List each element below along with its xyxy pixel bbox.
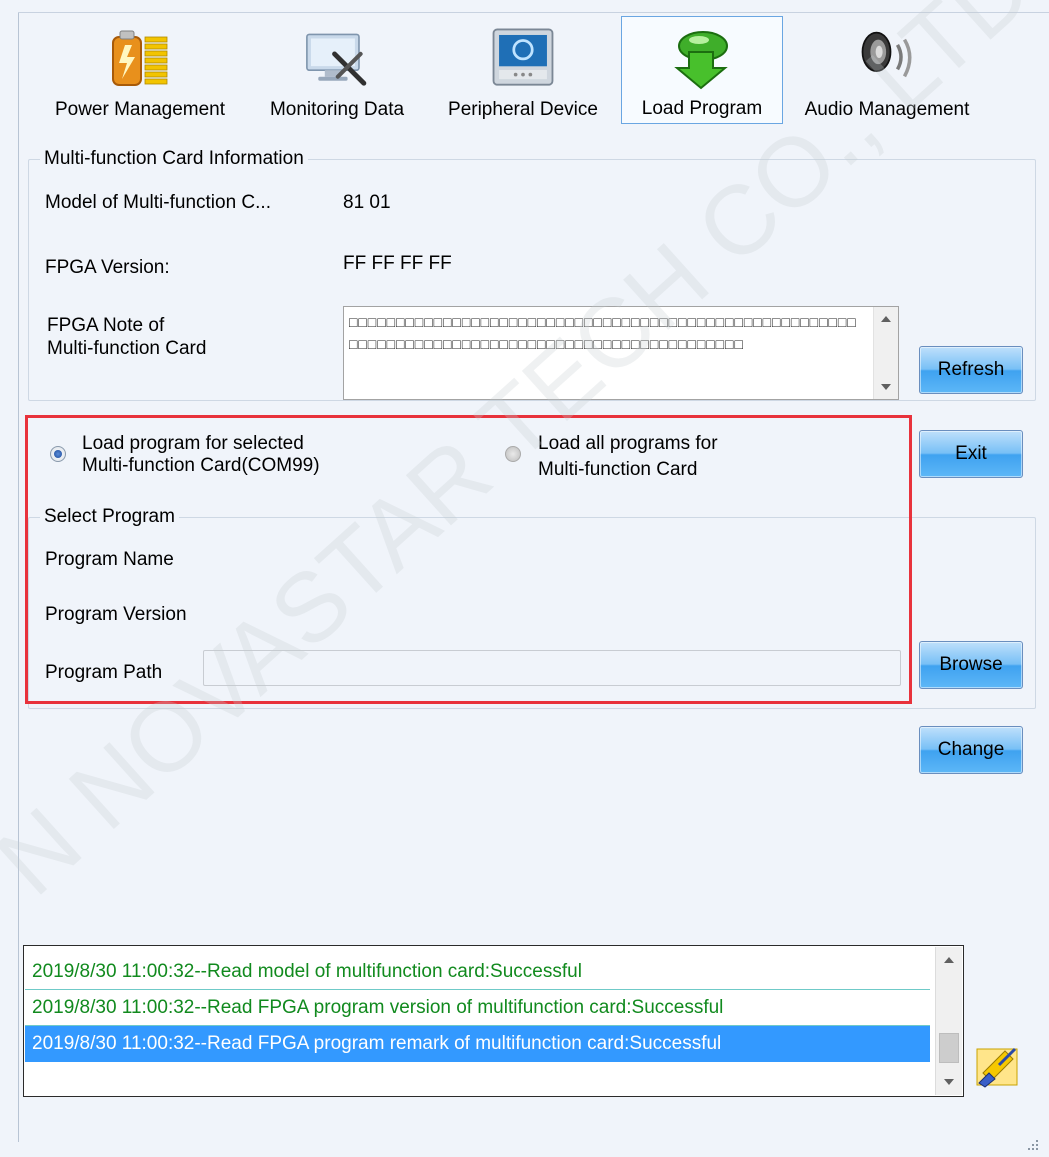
speaker-icon xyxy=(852,23,922,93)
battery-icon xyxy=(105,23,175,93)
fpga-note-textarea[interactable]: □□□□□□□□□□□□□□□□□□□□□□□□□□□□□□□□□□□□□□□□… xyxy=(343,306,899,400)
fpga-note-label-line1: FPGA Note of xyxy=(47,315,165,336)
fpga-version-value: FF FF FF FF xyxy=(343,253,452,274)
fpga-note-scrollbar[interactable] xyxy=(873,307,898,399)
clear-log-broom-icon[interactable] xyxy=(975,1043,1021,1089)
resize-grip-icon[interactable] xyxy=(1027,1135,1039,1150)
model-label: Model of Multi-function C... xyxy=(45,192,271,213)
tab-load-program-label: Load Program xyxy=(641,98,763,119)
window-border-top xyxy=(18,12,1049,13)
scroll-down-icon[interactable] xyxy=(881,384,891,390)
model-value: 81 01 xyxy=(343,192,391,213)
log-entry[interactable]: 2019/8/30 11:00:32--Read model of multif… xyxy=(25,954,930,990)
card-info-title: Multi-function Card Information xyxy=(40,148,308,170)
tab-power-management-label: Power Management xyxy=(54,99,226,120)
tab-monitoring-data-label: Monitoring Data xyxy=(269,99,405,120)
log-scroll-thumb[interactable] xyxy=(939,1033,959,1063)
tab-audio-management-label: Audio Management xyxy=(804,99,970,120)
device-panel-icon xyxy=(488,23,558,93)
change-button[interactable]: Change xyxy=(919,726,1023,774)
tab-audio-management[interactable]: Audio Management xyxy=(787,16,987,124)
fpga-note-text: □□□□□□□□□□□□□□□□□□□□□□□□□□□□□□□□□□□□□□□□… xyxy=(349,316,857,354)
log-list[interactable]: 2019/8/30 11:00:32--Read model of multif… xyxy=(23,945,964,1097)
tab-peripheral-device-label: Peripheral Device xyxy=(448,99,598,120)
highlight-frame xyxy=(25,415,912,704)
tab-load-program[interactable]: Load Program xyxy=(621,16,783,124)
tab-peripheral-device[interactable]: Peripheral Device xyxy=(430,16,616,124)
fpga-note-label-line2: Multi-function Card xyxy=(47,338,207,359)
exit-button[interactable]: Exit xyxy=(919,430,1023,478)
log-entry-selected[interactable]: 2019/8/30 11:00:32--Read FPGA program re… xyxy=(25,1026,930,1062)
refresh-button[interactable]: Refresh xyxy=(919,346,1023,394)
log-scrollbar[interactable] xyxy=(935,947,962,1095)
fpga-version-label: FPGA Version: xyxy=(45,257,170,278)
log-scroll-up-icon[interactable] xyxy=(944,957,954,963)
log-entry[interactable]: 2019/8/30 11:00:32--Read FPGA program ve… xyxy=(25,990,930,1026)
browse-button[interactable]: Browse xyxy=(919,641,1023,689)
window-border xyxy=(18,12,19,1142)
tab-power-management[interactable]: Power Management xyxy=(36,16,244,124)
monitor-tools-icon xyxy=(302,23,372,93)
tab-monitoring-data[interactable]: Monitoring Data xyxy=(252,16,422,124)
green-arrow-down-icon xyxy=(667,22,737,92)
log-scroll-down-icon[interactable] xyxy=(944,1079,954,1085)
scroll-up-icon[interactable] xyxy=(881,316,891,322)
